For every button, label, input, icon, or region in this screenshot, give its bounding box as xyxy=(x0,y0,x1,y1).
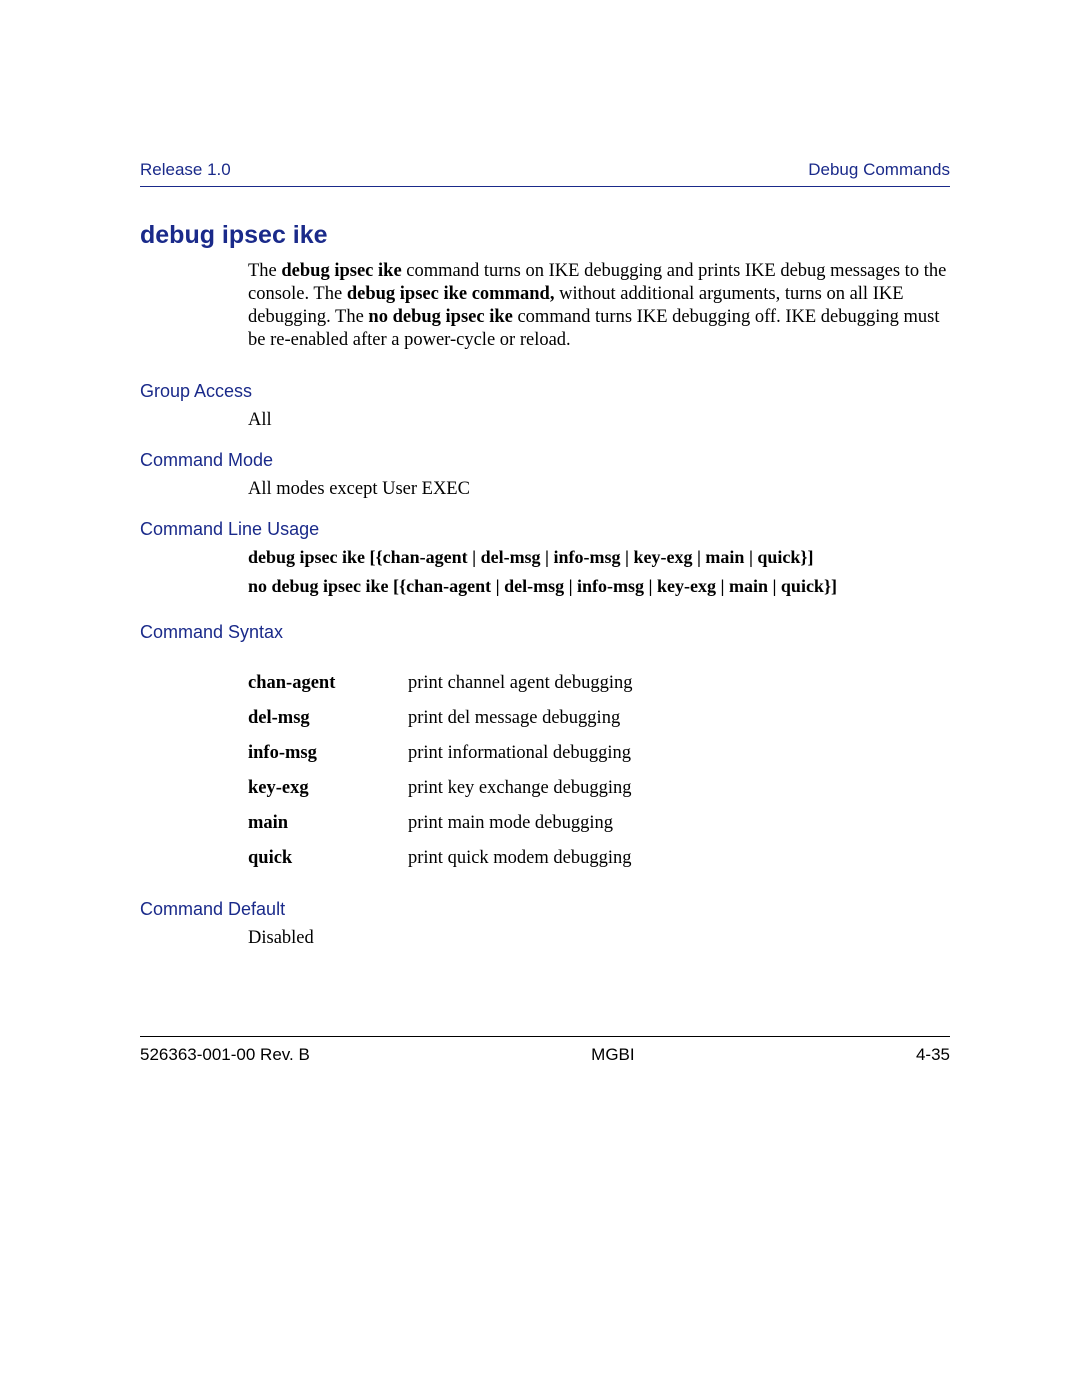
group-access-body: All xyxy=(248,408,950,432)
syntax-desc: print key exchange debugging xyxy=(408,778,950,799)
intro-text: The xyxy=(248,261,281,281)
table-row: quick print quick modem debugging xyxy=(248,848,950,869)
syntax-key: key-exg xyxy=(248,778,408,799)
command-title: debug ipsec ike xyxy=(140,221,950,250)
usage-line-2: no debug ipsec ike [{chan-agent | del-ms… xyxy=(248,575,950,598)
usage-line-1: debug ipsec ike [{chan-agent | del-msg |… xyxy=(248,546,950,569)
syntax-key: main xyxy=(248,813,408,834)
syntax-key: info-msg xyxy=(248,743,408,764)
command-line-usage-label: Command Line Usage xyxy=(140,519,950,540)
syntax-desc: print del message debugging xyxy=(408,708,950,729)
page: Release 1.0 Debug Commands debug ipsec i… xyxy=(0,0,1080,1397)
table-row: info-msg print informational debugging xyxy=(248,743,950,764)
intro-bold-3: no debug ipsec ike xyxy=(368,307,512,327)
command-mode-body: All modes except User EXEC xyxy=(248,477,950,501)
command-default-label: Command Default xyxy=(140,899,950,920)
syntax-desc: print main mode debugging xyxy=(408,813,950,834)
syntax-key: del-msg xyxy=(248,708,408,729)
syntax-desc: print channel agent debugging xyxy=(408,673,950,694)
footer-center: MGBI xyxy=(591,1045,634,1065)
table-row: chan-agent print channel agent debugging xyxy=(248,673,950,694)
footer-page: 4-35 xyxy=(916,1045,950,1065)
intro-bold-2: debug ipsec ike command, xyxy=(347,284,555,304)
page-header: Release 1.0 Debug Commands xyxy=(140,160,950,187)
intro-paragraph: The debug ipsec ike command turns on IKE… xyxy=(248,260,950,353)
syntax-desc: print informational debugging xyxy=(408,743,950,764)
header-release: Release 1.0 xyxy=(140,160,231,180)
syntax-key: chan-agent xyxy=(248,673,408,694)
table-row: del-msg print del message debugging xyxy=(248,708,950,729)
group-access-label: Group Access xyxy=(140,381,950,402)
command-default-body: Disabled xyxy=(248,926,950,950)
footer-docid: 526363-001-00 Rev. B xyxy=(140,1045,310,1065)
intro-bold-1: debug ipsec ike xyxy=(281,261,401,281)
syntax-key: quick xyxy=(248,848,408,869)
command-mode-label: Command Mode xyxy=(140,450,950,471)
header-section: Debug Commands xyxy=(808,160,950,180)
table-row: main print main mode debugging xyxy=(248,813,950,834)
syntax-desc: print quick modem debugging xyxy=(408,848,950,869)
command-syntax-label: Command Syntax xyxy=(140,622,950,643)
syntax-table: chan-agent print channel agent debugging… xyxy=(248,673,950,869)
command-line-usage-body: debug ipsec ike [{chan-agent | del-msg |… xyxy=(248,546,950,599)
table-row: key-exg print key exchange debugging xyxy=(248,778,950,799)
page-footer: 526363-001-00 Rev. B MGBI 4-35 xyxy=(140,1036,950,1065)
